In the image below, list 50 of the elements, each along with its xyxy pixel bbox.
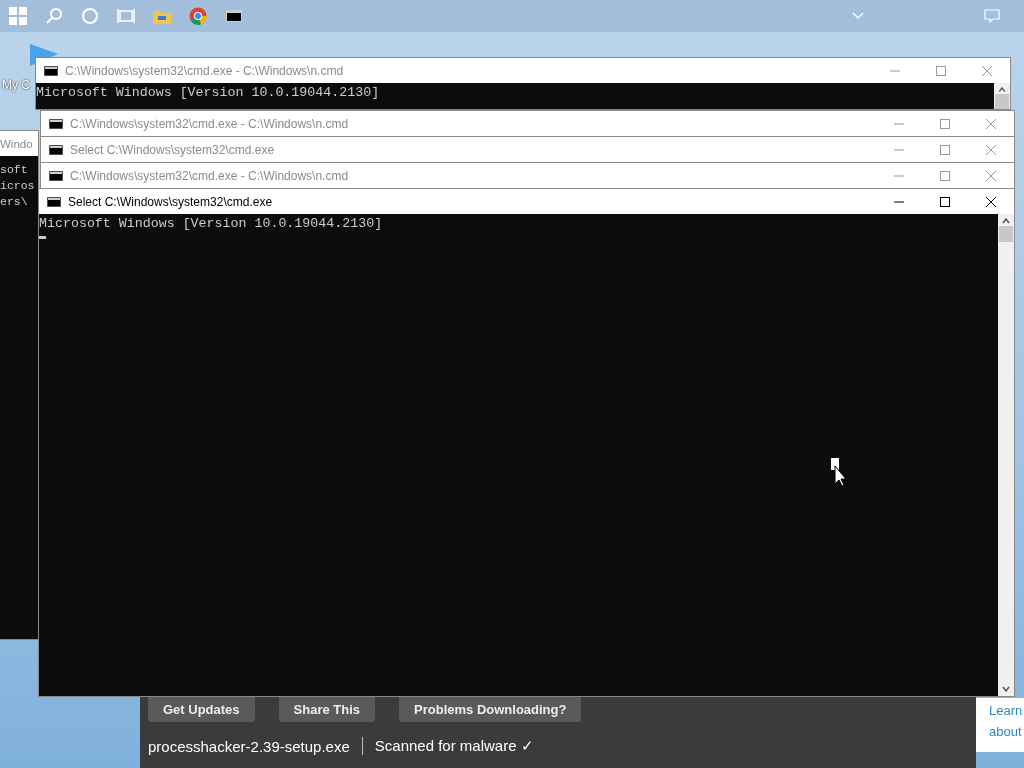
- notification-icon[interactable]: [984, 9, 1000, 23]
- console-icon: [47, 196, 61, 207]
- window-title: C:\Windows\system32\cmd.exe - C:\Windows\n.cmd: [65, 63, 344, 78]
- scan-status: Scanned for malware ✓: [374, 737, 534, 755]
- window-title: Windo: [0, 137, 33, 150]
- circle-icon[interactable]: [81, 7, 99, 25]
- close-icon: [982, 65, 992, 76]
- page-button[interactable]: Get Updates: [148, 697, 255, 722]
- window-title: Select C:\Windows\system32\cmd.exe: [70, 142, 275, 157]
- console-text: ers\: [0, 194, 29, 210]
- close-icon: [986, 144, 996, 155]
- scroll-thumb[interactable]: [995, 94, 1009, 109]
- close-icon: [986, 118, 996, 129]
- console-text: Microsoft Windows [Version 10.0.19044.2130]: [39, 216, 384, 232]
- scrollbar[interactable]: [994, 83, 1010, 109]
- scroll-thumb[interactable]: [999, 226, 1013, 242]
- text-cursor: [39, 236, 46, 239]
- console-icon: [49, 144, 63, 155]
- maximize-icon: [940, 196, 950, 207]
- page-button[interactable]: Share This: [278, 697, 376, 722]
- maximize-icon: [936, 65, 946, 76]
- scroll-up-icon[interactable]: [998, 87, 1006, 93]
- page-button[interactable]: Problems Downloading?: [399, 697, 582, 722]
- windows-start-icon[interactable]: [9, 7, 27, 25]
- scroll-up-icon[interactable]: [1002, 218, 1010, 224]
- mouse-pointer-icon: [830, 457, 848, 487]
- maximize-icon: [940, 118, 950, 129]
- console-text: Microsoft Windows [Version 10.0.19044.2130]: [36, 85, 381, 101]
- learn-link[interactable]: about: [989, 721, 1024, 742]
- maximize-icon: [940, 144, 950, 155]
- browser-icon[interactable]: [189, 7, 207, 25]
- close-icon: [986, 196, 996, 207]
- console-text: soft: [0, 162, 29, 178]
- close-icon: [986, 170, 996, 181]
- console-icon[interactable]: [226, 10, 242, 22]
- window-title: C:\Windows\system32\cmd.exe - C:\Windows\n.cmd: [70, 168, 349, 183]
- window-title: Select C:\Windows\system32\cmd.exe: [68, 194, 273, 209]
- file-name: processhacker-2.39-setup.exe: [148, 737, 350, 755]
- window-title: C:\Windows\system32\cmd.exe - C:\Windows\n.cmd: [70, 116, 349, 131]
- task-view-icon[interactable]: [117, 8, 135, 24]
- console-text: icros: [0, 178, 36, 194]
- scroll-down-icon[interactable]: [1002, 686, 1010, 692]
- console-icon: [44, 65, 58, 76]
- maximize-icon: [940, 170, 950, 181]
- scrollbar[interactable]: [998, 214, 1014, 696]
- chevron-icon[interactable]: [852, 12, 864, 20]
- console-icon: [49, 118, 63, 129]
- search-icon[interactable]: [45, 7, 63, 25]
- console-icon: [49, 170, 63, 181]
- learn-link[interactable]: Learn: [989, 700, 1024, 721]
